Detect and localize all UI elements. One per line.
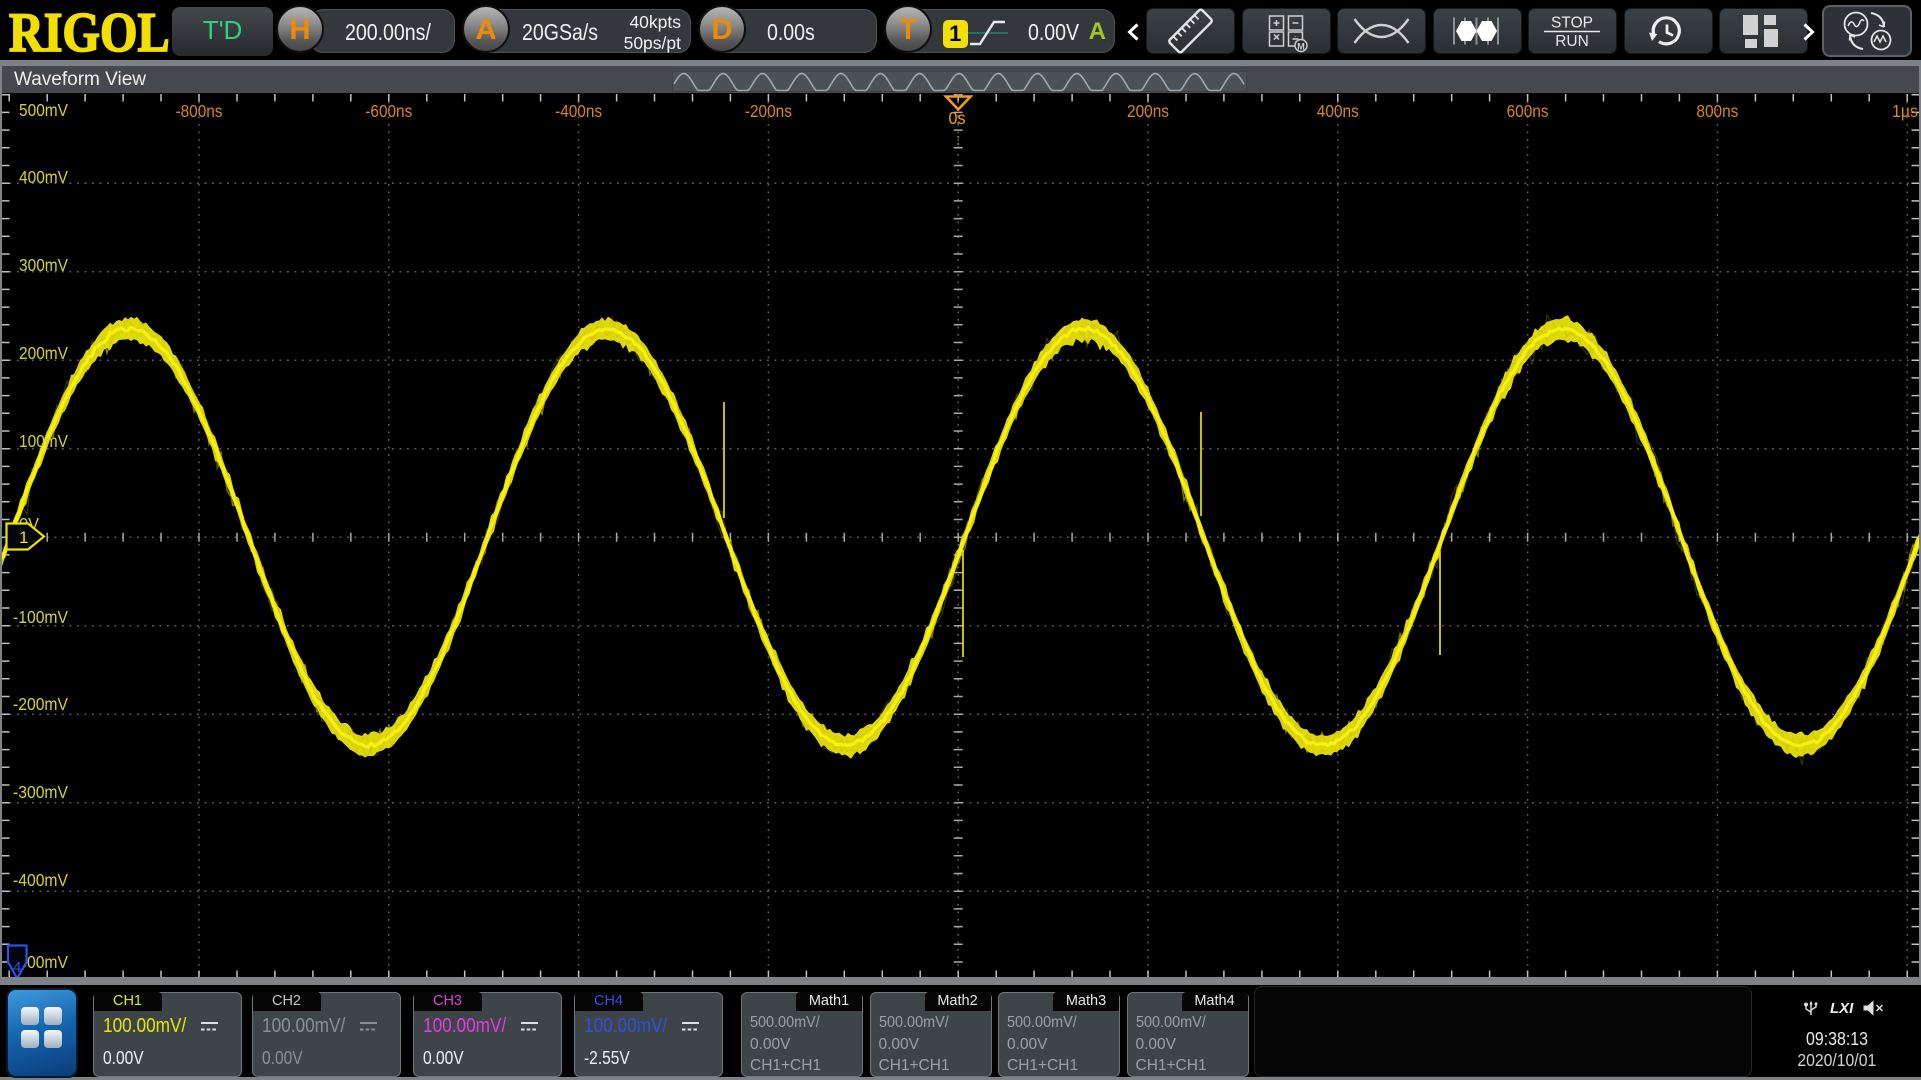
svg-text:600ns: 600ns	[1507, 101, 1549, 121]
svg-text:-600ns: -600ns	[365, 101, 412, 121]
svg-text:-400ns: -400ns	[555, 101, 602, 121]
svg-text:LXI: LXI	[1830, 1000, 1854, 1017]
svg-text:1µs: 1µs	[1892, 101, 1918, 121]
svg-text:-300mV: -300mV	[13, 782, 68, 802]
svg-text:0s: 0s	[949, 108, 966, 128]
svg-text:STOP: STOP	[1551, 15, 1593, 32]
svg-text:200ns: 200ns	[1127, 101, 1169, 121]
svg-text:RUN: RUN	[1555, 33, 1589, 50]
svg-text:-800ns: -800ns	[176, 101, 223, 121]
svg-text:100mV: 100mV	[19, 431, 68, 451]
svg-text:1: 1	[19, 528, 28, 547]
svg-text:500mV: 500mV	[19, 100, 68, 120]
svg-text:200mV: 200mV	[19, 343, 68, 363]
svg-text:800ns: 800ns	[1696, 101, 1738, 121]
svg-text:-200ns: -200ns	[745, 101, 792, 121]
svg-text:-200mV: -200mV	[13, 694, 68, 714]
svg-text:4: 4	[13, 959, 21, 976]
svg-text:400mV: 400mV	[19, 167, 68, 187]
svg-text:300mV: 300mV	[19, 255, 68, 275]
svg-text:400ns: 400ns	[1317, 101, 1359, 121]
svg-text:M: M	[1297, 42, 1305, 52]
svg-text:-400mV: -400mV	[13, 870, 68, 890]
svg-text:-100mV: -100mV	[13, 607, 68, 627]
